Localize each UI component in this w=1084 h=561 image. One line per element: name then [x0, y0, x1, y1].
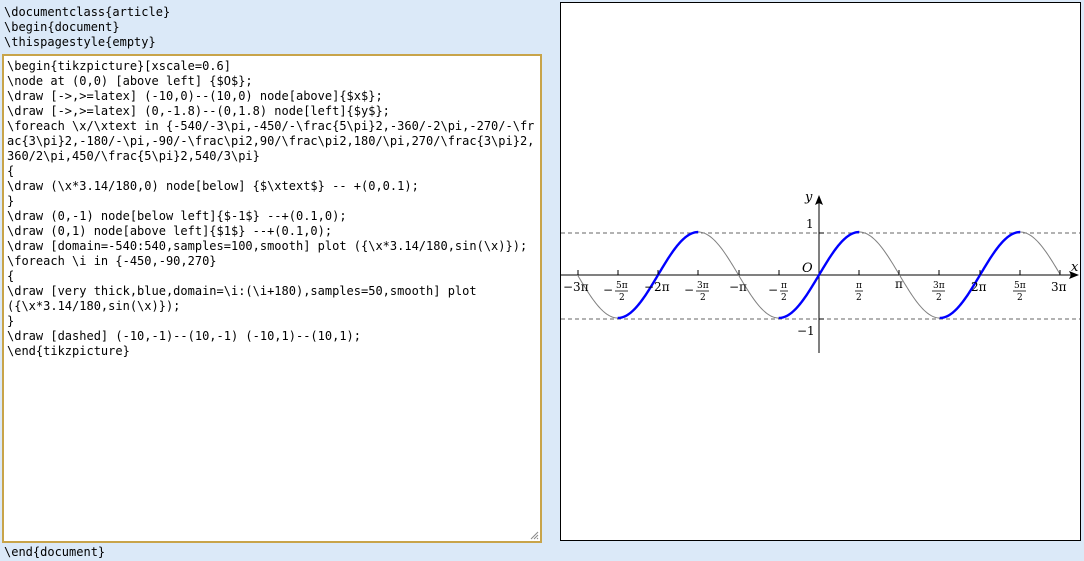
x-tick-label-2pi: 2π: [971, 280, 987, 294]
tikz-code-textarea[interactable]: [4, 56, 540, 541]
x-tick-label-neg-3pi: −3π: [563, 280, 589, 294]
frac-denominator: 2: [856, 293, 862, 303]
frac-numerator: 5π: [1014, 281, 1026, 291]
y-axis-label: y: [804, 190, 813, 205]
minus-sign: −: [768, 283, 778, 297]
frac-denominator: 2: [700, 293, 706, 303]
frac-numerator: 5π: [616, 281, 628, 291]
x-tick-label-neg-5pi-2: − 5π 2: [603, 281, 628, 303]
latex-preamble: \documentclass{article} \begin{document}…: [4, 5, 171, 49]
rendered-preview: y x O 1 −1 −3π −2π −π π 2π 3π − 5π 2 − 3…: [560, 2, 1081, 541]
y-tick-label-one: 1: [806, 217, 814, 231]
frac-denominator: 2: [936, 293, 942, 303]
y-tick-label-minus-one: −1: [797, 324, 815, 338]
x-axis-label: x: [1071, 260, 1079, 275]
frac-numerator: 3π: [697, 281, 709, 291]
x-tick-label-pi: π: [895, 277, 903, 291]
x-tick-label-3pi: 3π: [1051, 280, 1067, 294]
origin-label: O: [802, 261, 813, 276]
frac-numerator: 3π: [933, 281, 945, 291]
x-tick-label-5pi-2: 5π 2: [1013, 281, 1026, 303]
frac-numerator: π: [781, 281, 787, 291]
minus-sign: −: [684, 283, 694, 297]
frac-denominator: 2: [781, 293, 787, 303]
latex-postamble: \end{document}: [4, 545, 106, 559]
tikz-code-editor[interactable]: [2, 54, 542, 543]
x-tick-label-pi-2: π 2: [855, 281, 863, 303]
frac-denominator: 2: [1017, 293, 1023, 303]
minus-sign: −: [603, 283, 613, 297]
x-tick-label-neg-pi: −π: [729, 280, 747, 294]
x-tick-label-neg-pi-2: − π 2: [768, 281, 788, 303]
x-tick-label-3pi-2: 3π 2: [932, 281, 945, 303]
frac-denominator: 2: [619, 293, 625, 303]
x-tick-label-neg-2pi: −2π: [644, 280, 670, 294]
sine-plot: y x O 1 −1 −3π −2π −π π 2π 3π − 5π 2 − 3…: [561, 190, 1080, 353]
x-tick-label-neg-3pi-2: − 3π 2: [684, 281, 709, 303]
frac-numerator: π: [856, 281, 862, 291]
resize-grip-icon[interactable]: [530, 531, 539, 540]
